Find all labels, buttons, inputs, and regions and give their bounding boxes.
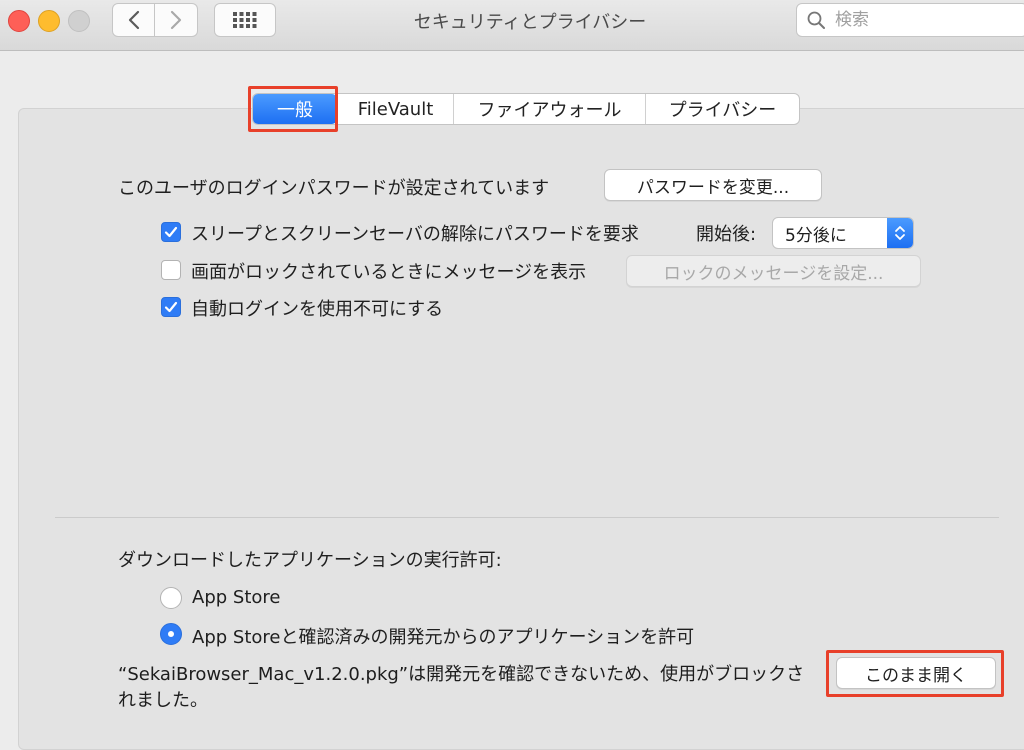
delay-label: 開始後: [696, 224, 757, 245]
tab-firewall[interactable]: ファイアウォール [453, 94, 645, 124]
change-password-button[interactable]: パスワードを変更... [604, 169, 822, 201]
title-bar: セキュリティとプライバシー [0, 0, 1024, 51]
radio-app-store-identified[interactable] [160, 623, 182, 645]
delay-select-value: 5分後に [785, 225, 847, 246]
window-title: セキュリティとプライバシー [413, 12, 647, 33]
radio-app-store-label: App Store [192, 587, 281, 608]
search-box[interactable] [796, 3, 1024, 37]
disable-auto-login-label: 自動ログインを使用不可にする [191, 299, 444, 320]
checkmark-icon [164, 301, 178, 313]
delay-select[interactable]: 5分後に [772, 217, 914, 249]
lock-message-label: 画面がロックされているときにメッセージを表示 [191, 262, 587, 283]
set-lock-message-button[interactable]: ロックのメッセージを設定... [626, 255, 921, 287]
section-divider [55, 517, 999, 518]
require-password-checkbox[interactable] [161, 222, 181, 242]
radio-app-store[interactable] [160, 587, 182, 609]
search-icon [807, 11, 825, 29]
chevron-left-icon [128, 10, 139, 30]
navigation-buttons [112, 3, 200, 37]
open-anyway-highlight [826, 650, 1004, 697]
blocked-app-message: “SekaiBrowser_Mac_v1.2.0.pkg”は開発元を確認できない… [118, 664, 805, 711]
grid-icon [233, 12, 257, 28]
tab-filevault[interactable]: FileVault [337, 94, 453, 124]
show-all-button[interactable] [214, 3, 276, 37]
downloads-heading: ダウンロードしたアプリケーションの実行許可: [118, 550, 502, 571]
search-input[interactable] [833, 9, 1007, 31]
radio-app-store-identified-label: App Storeと確認済みの開発元からのアプリケーションを許可 [192, 627, 695, 648]
disable-auto-login-checkbox[interactable] [161, 297, 181, 317]
select-arrows-icon [887, 218, 913, 248]
checkmark-icon [164, 226, 178, 238]
password-status-text: このユーザのログインパスワードが設定されています [118, 178, 550, 199]
tab-privacy[interactable]: プライバシー [645, 94, 799, 124]
back-button[interactable] [112, 3, 155, 37]
lock-message-checkbox[interactable] [161, 260, 181, 280]
forward-button[interactable] [155, 3, 198, 37]
zoom-window-button[interactable] [68, 10, 90, 32]
chevron-right-icon [170, 10, 182, 30]
require-password-label: スリープとスクリーンセーバの解除にパスワードを要求 [191, 224, 639, 245]
close-window-button[interactable] [8, 10, 30, 32]
tab-highlight [248, 86, 338, 132]
minimize-window-button[interactable] [38, 10, 60, 32]
